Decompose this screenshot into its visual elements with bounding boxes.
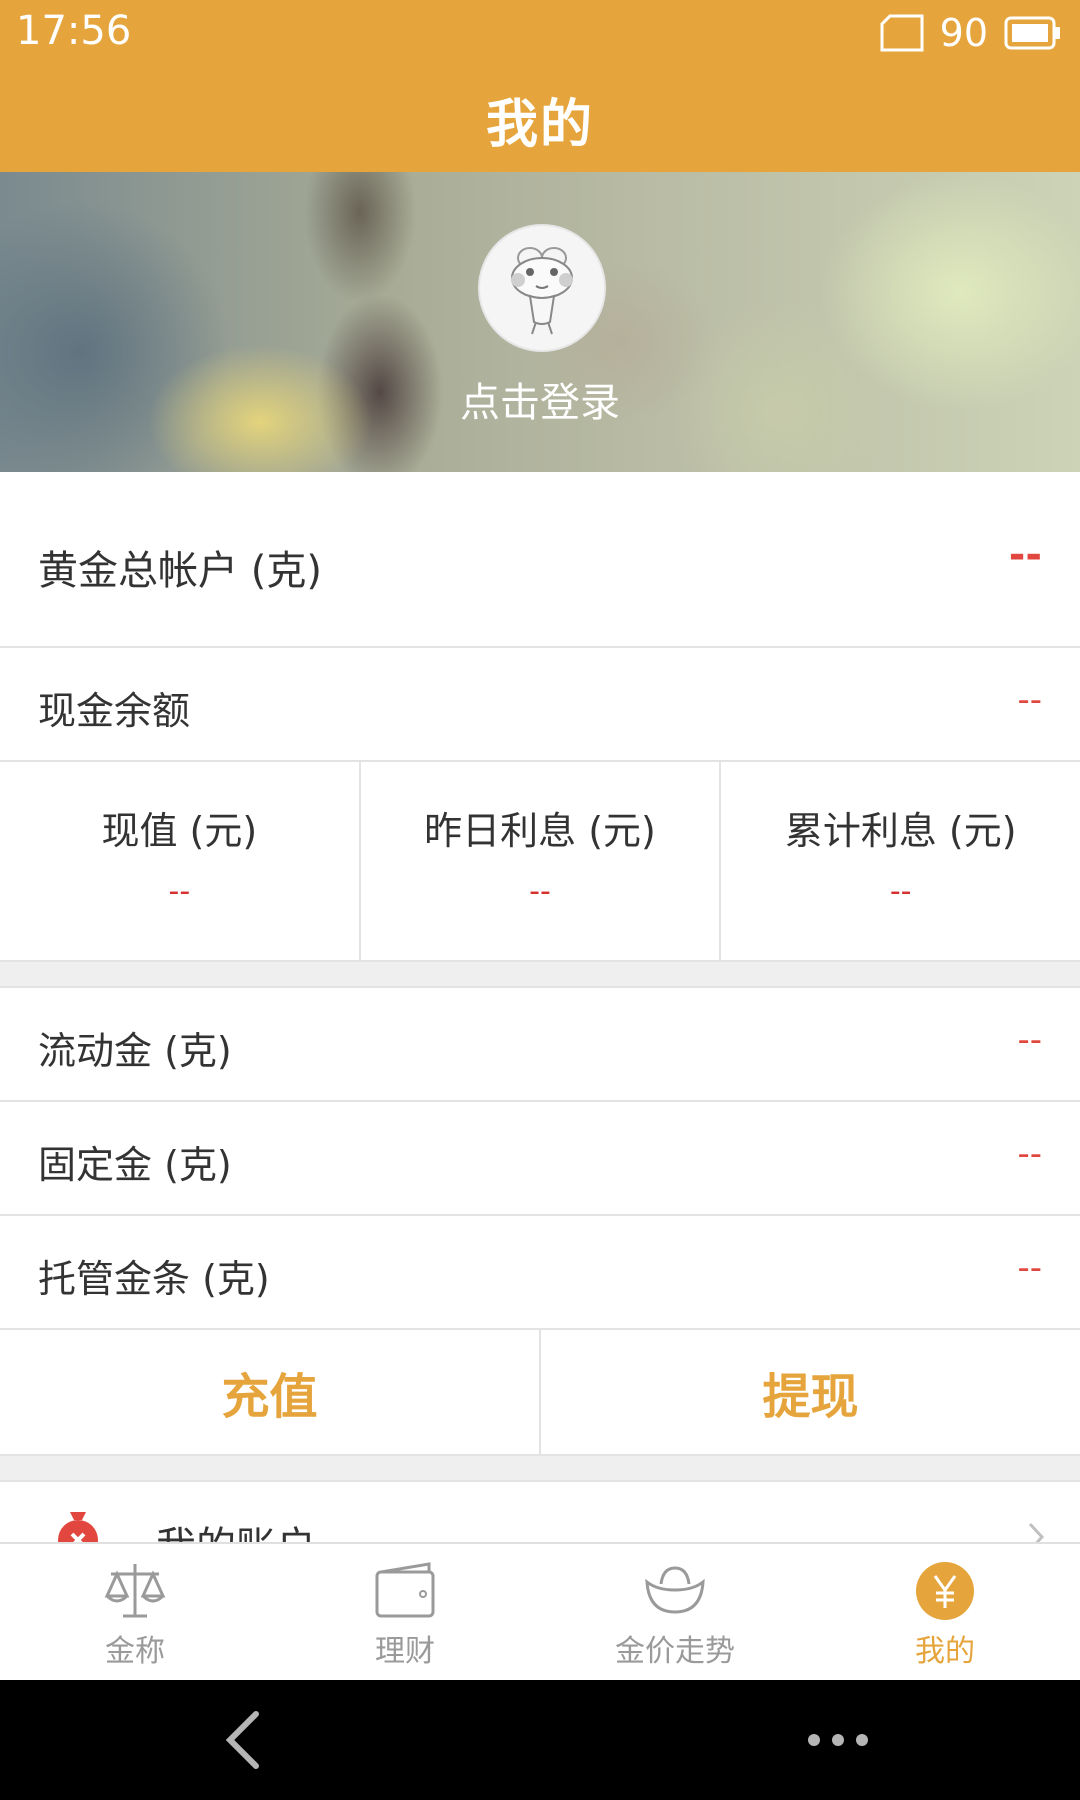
custody-bar-label: 托管金条 (克): [38, 1257, 270, 1301]
avatar[interactable]: [478, 224, 606, 352]
stats-grid: 现值 (元) -- 昨日利息 (元) -- 累计利息 (元) --: [0, 762, 1080, 962]
fixed-gold-row: 固定金 (克) --: [0, 1102, 1080, 1216]
tab-label: 理财: [375, 1634, 435, 1669]
chevron-right-icon: [1028, 1522, 1045, 1542]
cash-balance-value: --: [1017, 680, 1042, 720]
system-nav-bar: [0, 1680, 1080, 1800]
bottom-tab-bar: 金称 理财 金价走势 我的: [0, 1542, 1080, 1680]
liquid-gold-value: --: [1017, 1020, 1042, 1060]
withdraw-button[interactable]: 提现: [541, 1330, 1080, 1454]
money-bag-icon: [58, 1512, 98, 1542]
liquid-gold-label: 流动金 (克): [38, 1029, 232, 1073]
stat-total-interest: 累计利息 (元) --: [721, 762, 1080, 960]
cash-balance-label: 现金余额: [38, 689, 191, 733]
tab-label: 我的: [915, 1634, 975, 1669]
stat-label: 现值 (元): [101, 809, 258, 853]
stat-current-value: 现值 (元) --: [0, 762, 361, 960]
more-dots-icon[interactable]: [806, 1730, 870, 1750]
title-bar: 我的: [0, 66, 1080, 172]
yen-icon: [916, 1562, 974, 1620]
status-indicators: 90: [878, 11, 1062, 55]
battery-level: 90: [939, 11, 988, 55]
stat-label: 昨日利息 (元): [424, 809, 656, 853]
page-title: 我的: [485, 94, 594, 155]
section-divider: [0, 1456, 1080, 1482]
battery-icon: [1004, 16, 1060, 50]
stat-yesterday-interest: 昨日利息 (元) --: [361, 762, 722, 960]
tab-label: 金价走势: [615, 1634, 735, 1669]
cash-balance-row: 现金余额 --: [0, 648, 1080, 762]
scale-icon: [104, 1564, 166, 1618]
liquid-gold-row: 流动金 (克) --: [0, 988, 1080, 1102]
stat-value: --: [168, 874, 191, 909]
tab-mine[interactable]: 我的: [810, 1544, 1080, 1680]
fixed-gold-label: 固定金 (克): [38, 1143, 232, 1187]
action-buttons: 充值 提现: [0, 1330, 1080, 1456]
status-time: 17:56: [16, 8, 132, 54]
stat-label: 累计利息 (元): [784, 809, 1017, 853]
gold-total-row: 黄金总帐户 (克) --: [0, 472, 1080, 648]
status-bar: 17:56 90: [0, 0, 1080, 66]
gold-total-value: --: [1008, 532, 1042, 578]
tab-gold-price-trend[interactable]: 金价走势: [540, 1544, 810, 1680]
section-divider: [0, 962, 1080, 988]
fixed-gold-value: --: [1017, 1134, 1042, 1174]
stat-value: --: [889, 874, 912, 909]
tab-label: 金称: [105, 1634, 165, 1669]
gold-ingot-icon: [645, 1566, 705, 1614]
sim-card-icon: [880, 14, 924, 52]
login-link[interactable]: 点击登录: [0, 370, 1080, 428]
tab-finance[interactable]: 理财: [270, 1544, 540, 1680]
wallet-icon: [375, 1562, 435, 1618]
my-account-label: 我的账户: [156, 1514, 316, 1542]
recharge-button[interactable]: 充值: [0, 1330, 541, 1454]
tab-scale[interactable]: 金称: [0, 1544, 270, 1680]
cartoon-avatar-icon: [511, 247, 573, 335]
my-account-row[interactable]: 我的账户: [0, 1482, 1080, 1542]
gold-total-label: 黄金总帐户 (克): [38, 548, 322, 594]
custody-bar-value: --: [1017, 1248, 1042, 1288]
profile-banner[interactable]: 点击登录: [0, 172, 1080, 472]
custody-bar-row: 托管金条 (克) --: [0, 1216, 1080, 1330]
back-icon[interactable]: [222, 1708, 266, 1772]
stat-value: --: [529, 874, 551, 909]
